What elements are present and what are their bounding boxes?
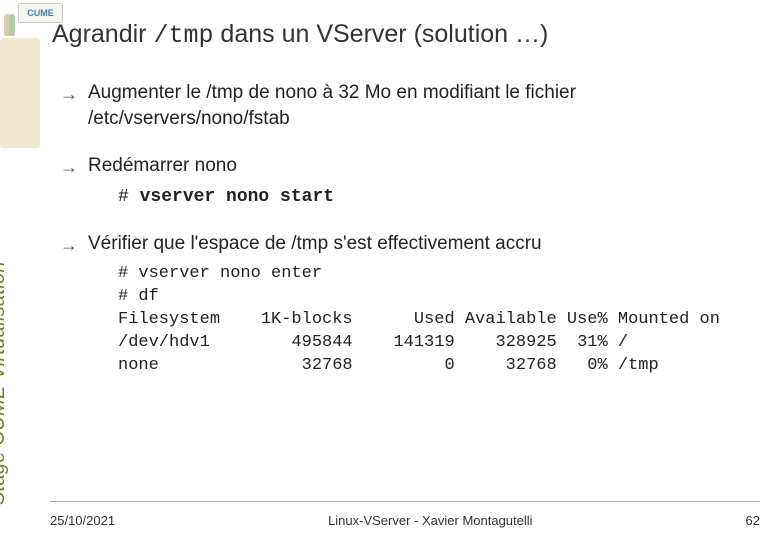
arrow-icon: →: [60, 233, 78, 257]
bullet-1: → Augmenter le /tmp de nono à 32 Mo en m…: [60, 80, 760, 131]
footer: 25/10/2021 Linux-VServer - Xavier Montag…: [50, 513, 760, 528]
cmd-df: df: [138, 287, 158, 306]
arrow-icon: →: [60, 82, 78, 106]
decorative-figures: [4, 14, 15, 41]
bullet-1-text: Augmenter le /tmp de nono à 32 Mo en mod…: [88, 82, 576, 129]
bullet-2: → Redémarrer nono # vserver nono start: [60, 153, 760, 209]
df-row-1: /dev/hdv1 495844 141319 328925 31% /: [118, 333, 628, 352]
footer-divider: [50, 501, 760, 502]
cmd-prompt: #: [118, 264, 138, 283]
cmd-prompt: #: [118, 287, 138, 306]
cmd-enter: vserver nono enter: [138, 264, 322, 283]
df-header: Filesystem 1K-blocks Used Available Use%…: [118, 310, 720, 329]
df-row-2: none 32768 0 32768 0% /tmp: [118, 356, 659, 375]
footer-page: 62: [746, 513, 760, 528]
slide-title: Agrandir /tmp dans un VServer (solution …: [52, 20, 548, 50]
footer-center: Linux-VServer - Xavier Montagutelli: [328, 513, 532, 528]
content-area: → Augmenter le /tmp de nono à 32 Mo en m…: [60, 80, 760, 384]
bullet-2-text: Redémarrer nono: [88, 155, 237, 176]
title-post: dans un VServer (solution …): [213, 20, 548, 48]
terminal-output: # vserver nono enter # df Filesystem 1K-…: [118, 263, 760, 378]
footer-date: 25/10/2021: [50, 513, 115, 528]
title-mono: /tmp: [153, 21, 213, 50]
sidebar-label: Stage CUME Virtualisation: [0, 261, 10, 505]
decorative-block: [0, 38, 40, 148]
bullet-3: → Vérifier que l'espace de /tmp s'est ef…: [60, 231, 760, 377]
bullet-3-text: Vérifier que l'espace de /tmp s'est effe…: [88, 233, 542, 254]
cmd-prompt: #: [118, 187, 140, 207]
command-restart: # vserver nono start: [118, 185, 760, 209]
title-pre: Agrandir: [52, 20, 153, 48]
cmd-text: vserver nono start: [140, 187, 334, 207]
arrow-icon: →: [60, 155, 78, 179]
